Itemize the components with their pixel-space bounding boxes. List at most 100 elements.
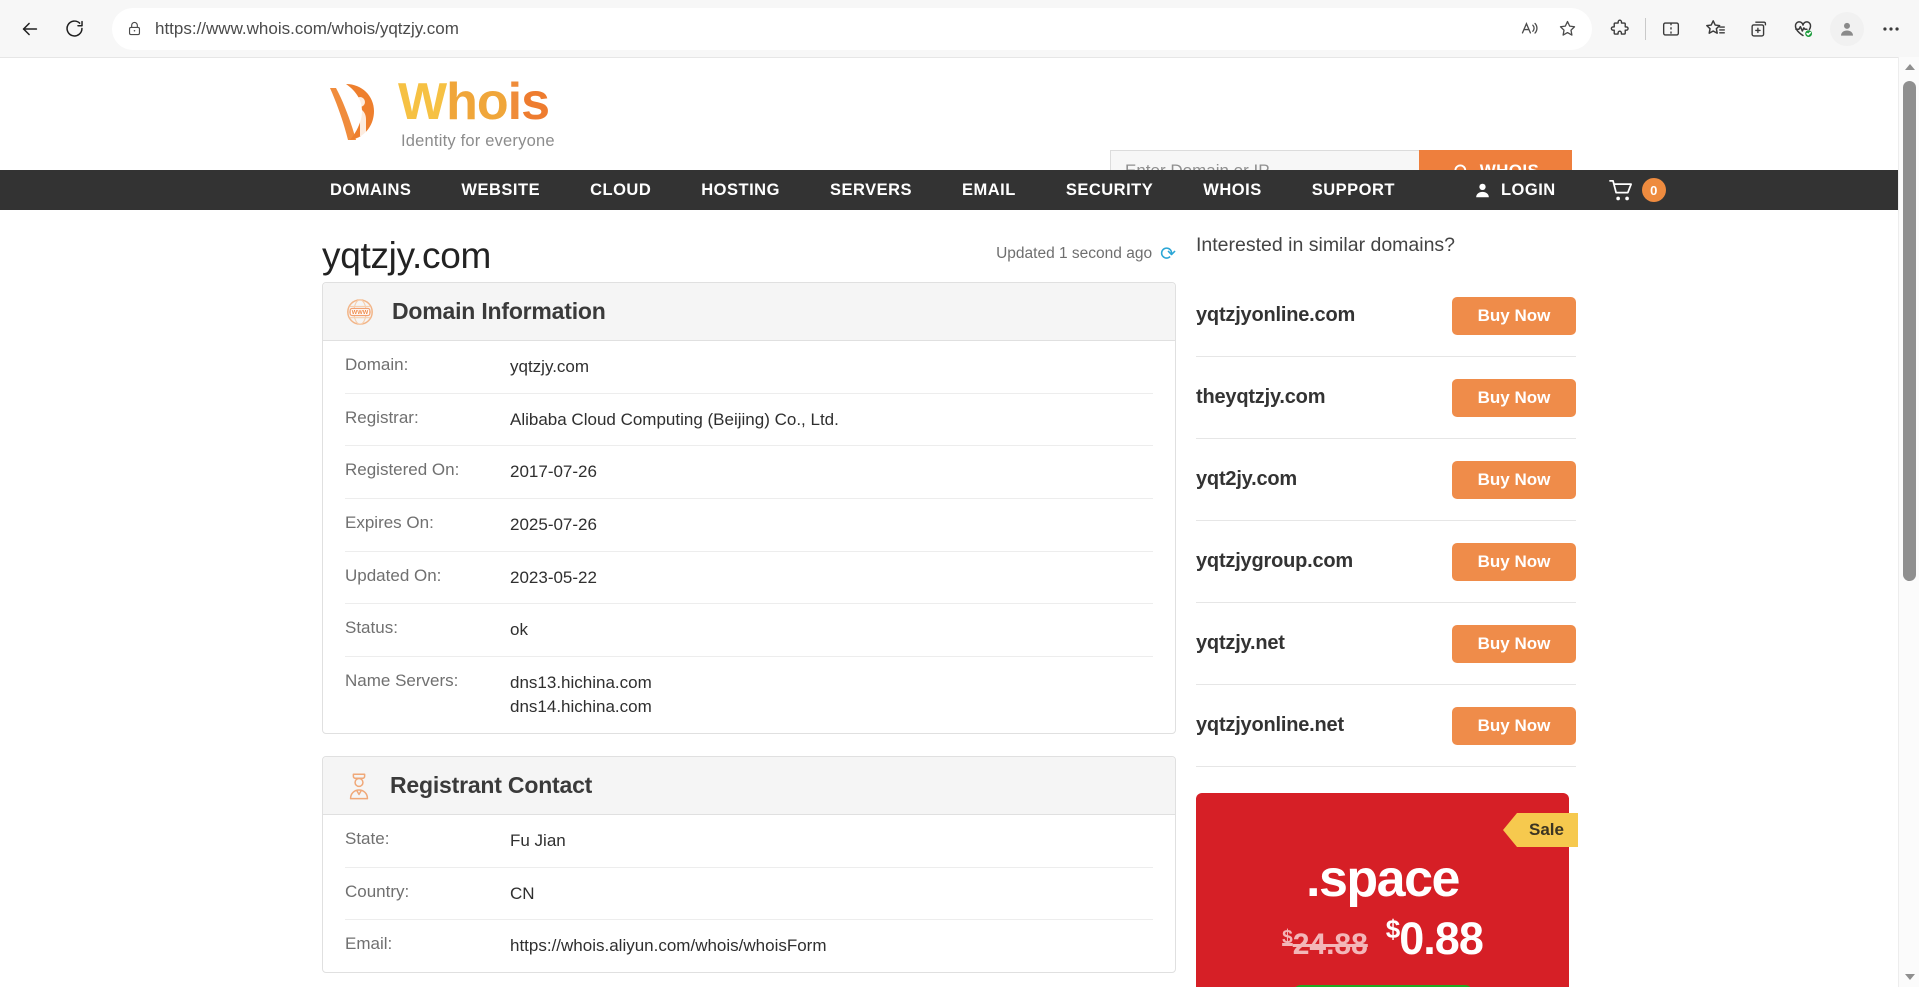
- promo-ad-space-tld[interactable]: Sale .space $24.88 $0.88 Register Now: [1196, 793, 1578, 987]
- nav-item-security[interactable]: SECURITY: [1066, 181, 1153, 200]
- url-text: https://www.whois.com/whois/yqtzjy.com: [155, 18, 459, 38]
- similar-domain-row: yqtzjy.net Buy Now: [1196, 603, 1576, 685]
- row-label: State:: [345, 829, 390, 849]
- nav-item-cloud[interactable]: CLOUD: [590, 181, 651, 200]
- data-row: Registered On: 2017-07-26: [345, 446, 1153, 499]
- browser-essentials-icon[interactable]: [1781, 7, 1825, 51]
- row-value: 2017-07-26: [510, 462, 597, 482]
- user-icon: [1473, 181, 1492, 200]
- row-value: https://whois.aliyun.com/whois/whoisForm: [510, 936, 827, 956]
- buy-now-button[interactable]: Buy Now: [1452, 624, 1576, 663]
- domain-name[interactable]: yqtzjygroup.com: [1196, 550, 1353, 573]
- row-label: Country:: [345, 881, 410, 901]
- nav-item-domains[interactable]: DOMAINS: [330, 181, 411, 200]
- login-button[interactable]: LOGIN: [1473, 181, 1556, 200]
- scroll-up-arrow[interactable]: [1899, 57, 1919, 77]
- row-value: Alibaba Cloud Computing (Beijing) Co., L…: [510, 409, 839, 429]
- scrollbar-thumb[interactable]: [1903, 81, 1916, 581]
- buy-now-button[interactable]: Buy Now: [1452, 706, 1576, 745]
- ad-price-row: $24.88 $0.88: [1196, 913, 1569, 965]
- cart-button[interactable]: 0: [1608, 178, 1666, 203]
- ad-new-price: $0.88: [1385, 913, 1484, 965]
- similar-domain-row: yqtzjyonline.com Buy Now: [1196, 275, 1576, 357]
- nav-item-servers[interactable]: SERVERS: [830, 181, 912, 200]
- svg-text:WWW: WWW: [352, 309, 369, 315]
- nav-item-whois[interactable]: WHOIS: [1203, 181, 1261, 200]
- domain-name[interactable]: yqtzjyonline.net: [1196, 714, 1344, 737]
- new-price-value: 0.88: [1399, 913, 1484, 964]
- currency-symbol: $: [1282, 927, 1293, 948]
- data-row: Email: https://whois.aliyun.com/whois/wh…: [345, 920, 1153, 972]
- domain-name[interactable]: theyqtzjy.com: [1196, 386, 1325, 409]
- row-value: ok: [510, 620, 528, 640]
- nav-item-support[interactable]: SUPPORT: [1312, 181, 1395, 200]
- buy-now-button[interactable]: Buy Now: [1452, 460, 1576, 499]
- page-scrollbar[interactable]: [1898, 57, 1919, 987]
- row-value: yqtzjy.com: [510, 357, 590, 376]
- data-row: Name Servers: dns13.hichina.com dns14.hi…: [345, 657, 1153, 733]
- page-title: yqtzjy.com: [322, 235, 492, 276]
- nav-item-hosting[interactable]: HOSTING: [701, 181, 780, 200]
- row-value: Fu Jian: [510, 831, 566, 851]
- back-button[interactable]: [8, 7, 52, 51]
- extensions-icon[interactable]: [1598, 7, 1642, 51]
- data-row: Updated On: 2023-05-22: [345, 552, 1153, 605]
- row-label: Name Servers:: [345, 670, 459, 690]
- split-screen-icon[interactable]: [1649, 7, 1693, 51]
- favorite-star-icon[interactable]: [1548, 10, 1586, 48]
- row-label: Email:: [345, 934, 393, 954]
- whois-logo-icon: [322, 78, 394, 144]
- updated-text: Updated 1 second ago: [996, 245, 1153, 262]
- domain-name[interactable]: yqtzjyonline.com: [1196, 304, 1355, 327]
- site-header: Whois Identity for everyone WHOIS: [0, 57, 1901, 192]
- panel-title: Registrant Contact: [390, 772, 593, 799]
- currency-symbol: $: [1385, 914, 1401, 944]
- main-column: yqtzjy.com Updated 1 second ago ⟳ WWW Do…: [322, 230, 1176, 987]
- row-label: Updated On:: [345, 565, 442, 585]
- ad-old-price: $24.88: [1282, 927, 1368, 962]
- browser-toolbar: https://www.whois.com/whois/yqtzjy.com: [0, 0, 1919, 57]
- similar-domain-row: theyqtzjy.com Buy Now: [1196, 357, 1576, 439]
- data-row: State: Fu Jian: [345, 815, 1153, 868]
- buy-now-button[interactable]: Buy Now: [1452, 296, 1576, 335]
- site-logo[interactable]: Whois Identity for everyone: [322, 74, 607, 154]
- data-row: Country: CN: [345, 868, 1153, 921]
- row-label: Expires On:: [345, 512, 434, 532]
- nav-item-website[interactable]: WEBSITE: [461, 181, 540, 200]
- reload-button[interactable]: [52, 7, 96, 51]
- panel-header: WWW Domain Information: [323, 283, 1175, 341]
- profile-avatar[interactable]: [1830, 11, 1864, 46]
- sidebar-similar-domains: Interested in similar domains? yqtzjyonl…: [1196, 230, 1578, 987]
- panel-body: Domain: yqtzjy.com Registrar: Alibaba Cl…: [323, 341, 1175, 733]
- similar-domain-row: yqtzjyonline.net Buy Now: [1196, 685, 1576, 767]
- panel-registrant-contact: Registrant Contact State: Fu Jian Countr…: [322, 756, 1176, 974]
- refresh-icon[interactable]: ⟳: [1160, 245, 1176, 264]
- scroll-down-arrow[interactable]: [1899, 967, 1919, 987]
- logo-tagline: Identity for everyone: [401, 132, 555, 150]
- nav-item-email[interactable]: EMAIL: [962, 181, 1016, 200]
- panel-domain-information: WWW Domain Information Domain: yqtzjy.co…: [322, 282, 1176, 735]
- data-row: Status: ok: [345, 604, 1153, 657]
- row-value: 2023-05-22: [510, 567, 597, 587]
- ad-tld-label: .space: [1306, 850, 1460, 908]
- person-contact-icon: [345, 771, 373, 801]
- row-label: Domain:: [345, 355, 409, 374]
- domain-name[interactable]: yqt2jy.com: [1196, 468, 1297, 491]
- domain-name[interactable]: yqtzjy.net: [1196, 632, 1285, 655]
- read-aloud-icon[interactable]: [1510, 10, 1548, 48]
- address-bar[interactable]: https://www.whois.com/whois/yqtzjy.com: [112, 7, 1592, 50]
- row-label: Status:: [345, 618, 398, 638]
- settings-more-icon[interactable]: [1869, 7, 1913, 51]
- buy-now-button[interactable]: Buy Now: [1452, 378, 1576, 417]
- sale-ribbon: Sale: [1503, 813, 1578, 847]
- row-value: dns13.hichina.com dns14.hichina.com: [510, 672, 652, 717]
- collections-icon[interactable]: [1737, 7, 1781, 51]
- login-label: LOGIN: [1500, 180, 1556, 199]
- updated-status: Updated 1 second ago ⟳: [996, 245, 1176, 268]
- cart-icon: [1608, 178, 1635, 203]
- page-content: yqtzjy.com Updated 1 second ago ⟳ WWW Do…: [0, 210, 1901, 987]
- data-row: Expires On: 2025-07-26: [345, 499, 1153, 552]
- buy-now-button[interactable]: Buy Now: [1452, 542, 1576, 581]
- favorites-bar-icon[interactable]: [1693, 7, 1737, 51]
- logo-wordmark: Whois: [398, 73, 550, 131]
